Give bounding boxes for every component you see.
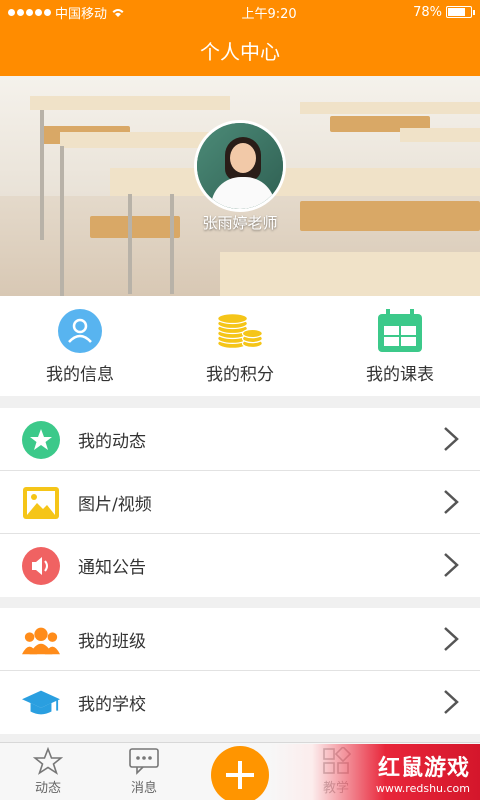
menu-item-photos-videos[interactable]: 图片/视频 bbox=[0, 471, 480, 534]
tab-activity[interactable]: 动态 bbox=[0, 743, 96, 800]
battery-percent: 78% bbox=[413, 4, 442, 20]
my-schedule-button[interactable]: 我的课表 bbox=[320, 296, 480, 396]
star-outline-icon bbox=[33, 747, 63, 775]
battery-icon bbox=[446, 6, 475, 18]
star-icon bbox=[22, 421, 60, 459]
coins-icon bbox=[216, 308, 264, 354]
desk-middle bbox=[60, 132, 220, 148]
my-info-label: 我的信息 bbox=[46, 364, 114, 385]
page-title: 个人中心 bbox=[0, 24, 480, 76]
menu-label: 我的动态 bbox=[78, 431, 146, 452]
add-button[interactable] bbox=[211, 746, 269, 800]
my-points-button[interactable]: 我的积分 bbox=[160, 296, 320, 396]
my-schedule-label: 我的课表 bbox=[366, 364, 434, 385]
chevron-right-icon bbox=[444, 627, 459, 651]
avatar[interactable] bbox=[194, 120, 286, 212]
my-info-button[interactable]: 我的信息 bbox=[0, 296, 160, 396]
quick-actions: 我的信息 我的积分 我的课表 bbox=[0, 296, 480, 396]
wifi-icon bbox=[112, 9, 124, 17]
menu-item-my-class[interactable]: 我的班级 bbox=[0, 608, 480, 671]
image-icon bbox=[22, 484, 60, 522]
status-left: 中国移动 bbox=[8, 3, 125, 22]
menu-label: 通知公告 bbox=[78, 558, 146, 578]
chat-icon bbox=[129, 748, 159, 775]
menu-item-my-activity[interactable]: 我的动态 bbox=[0, 408, 480, 471]
watermark-title: 红鼠游戏 bbox=[377, 755, 470, 781]
desk-leg bbox=[170, 194, 174, 294]
status-right: 78% bbox=[413, 4, 475, 20]
speaker-icon bbox=[22, 547, 60, 585]
status-time: 上午9:20 bbox=[241, 6, 297, 22]
group-icon bbox=[22, 621, 60, 659]
menu-item-announcements[interactable]: 通知公告 bbox=[0, 534, 480, 597]
menu-label: 我的班级 bbox=[78, 631, 146, 652]
carrier-label: 中国移动 bbox=[55, 6, 108, 22]
watermark-url: www.redshu.com bbox=[375, 781, 470, 795]
desk-leg bbox=[128, 194, 132, 294]
teacher-name: 张雨婷老师 bbox=[202, 214, 278, 232]
desk-back bbox=[30, 96, 230, 110]
chevron-right-icon bbox=[444, 490, 459, 514]
my-points-label: 我的积分 bbox=[206, 364, 274, 385]
plus-icon bbox=[226, 761, 254, 789]
status-bar: 中国移动 上午9:20 78% bbox=[0, 0, 480, 24]
graduation-cap-icon bbox=[22, 684, 60, 722]
desk-back-right bbox=[300, 102, 480, 114]
calendar-icon bbox=[376, 308, 424, 354]
tab-label: 动态 bbox=[34, 781, 61, 796]
watermark: 红鼠游戏 www.redshu.com bbox=[270, 744, 480, 800]
menu-label: 图片/视频 bbox=[78, 494, 152, 515]
chevron-right-icon bbox=[444, 553, 459, 577]
menu-label: 我的学校 bbox=[78, 695, 146, 715]
tab-label: 消息 bbox=[130, 781, 157, 796]
menu-item-my-school[interactable]: 我的学校 bbox=[0, 671, 480, 734]
menu-group-school: 我的班级 我的学校 bbox=[0, 608, 480, 734]
desk-bottom bbox=[220, 252, 480, 296]
desk-front bbox=[110, 168, 480, 196]
menu-group-activity: 我的动态 图片/视频 通知公告 bbox=[0, 408, 480, 597]
chevron-right-icon bbox=[444, 690, 459, 714]
desk-right bbox=[400, 128, 480, 142]
user-icon bbox=[56, 308, 104, 354]
chevron-right-icon bbox=[444, 427, 459, 451]
tab-messages[interactable]: 消息 bbox=[96, 743, 192, 800]
signal-icon bbox=[8, 8, 51, 16]
